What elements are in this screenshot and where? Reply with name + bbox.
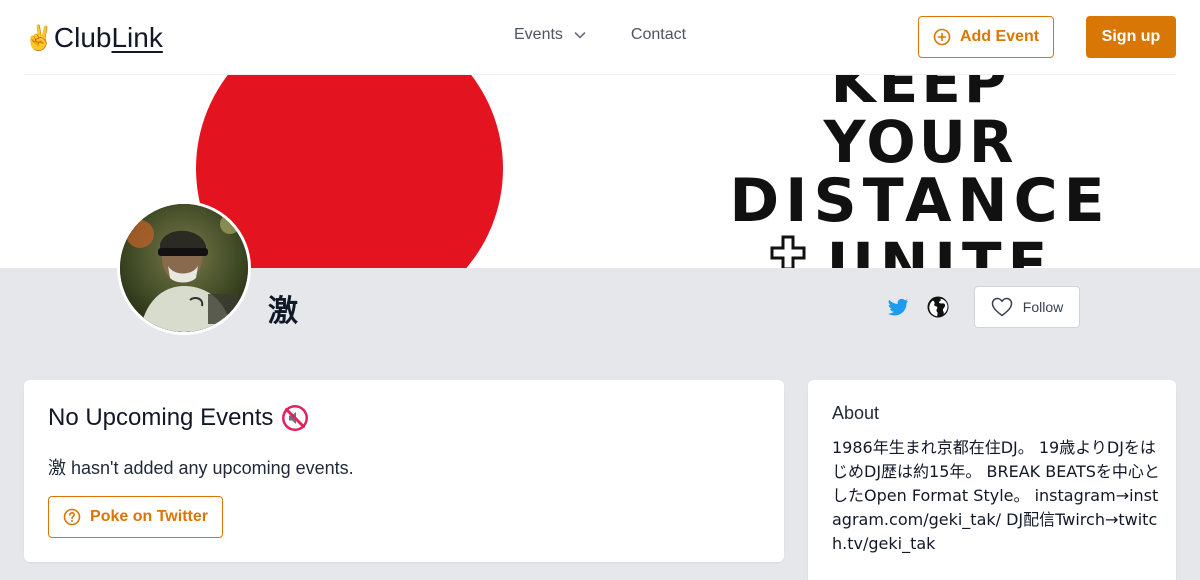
victory-hand-icon: ✌️	[24, 24, 54, 52]
logo-text-link: Link	[111, 22, 163, 53]
poster-line-2: YOUR	[823, 108, 1017, 176]
sign-up-button[interactable]: Sign up	[1086, 16, 1176, 58]
about-card: About 1986年生まれ京都在住DJ。 19歳よりDJをはじめDJ歴は約15…	[808, 380, 1176, 580]
website-link[interactable]	[926, 295, 950, 319]
question-circle-icon	[63, 508, 81, 526]
banner-flag-image	[24, 75, 594, 268]
heart-icon	[991, 297, 1013, 317]
follow-label: Follow	[1022, 299, 1064, 315]
muted-speaker-icon	[281, 404, 309, 432]
poke-on-twitter-label: Poke on Twitter	[90, 508, 208, 525]
profile-name: 激	[268, 294, 298, 329]
poke-on-twitter-button[interactable]: Poke on Twitter	[48, 496, 223, 538]
about-text: 1986年生まれ京都在住DJ。 19歳よりDJをはじめDJ歴は約15年。 BRE…	[832, 438, 1160, 553]
events-card-heading: No Upcoming Events	[48, 404, 309, 432]
events-card-title: No Upcoming Events	[48, 404, 274, 431]
banner-poster-image: KEEP YOUR DISTANCE UNITE	[640, 75, 1200, 268]
poster-line-3: DISTANCE	[729, 166, 1111, 236]
globe-icon	[927, 296, 949, 318]
add-event-label: Add Event	[959, 28, 1040, 45]
upcoming-events-card: No Upcoming Events 激 hasn't added any up…	[24, 380, 784, 562]
twitter-link[interactable]	[886, 295, 910, 319]
main-nav: Events Contact	[514, 26, 686, 44]
site-logo[interactable]: ✌️ Club Link	[24, 20, 163, 56]
nav-contact-label: Contact	[630, 26, 687, 43]
logo-text-club: Club	[53, 22, 112, 53]
site-header: ✌️ Club Link Events Contact Add Event Sig…	[0, 0, 1200, 75]
nav-contact-link[interactable]: Contact	[631, 26, 686, 44]
follow-button[interactable]: Follow	[974, 286, 1080, 328]
nav-events-dropdown[interactable]: Events	[514, 26, 587, 44]
sign-up-label: Sign up	[1101, 28, 1161, 45]
poster-line-1: KEEP	[830, 75, 1010, 116]
add-event-button[interactable]: Add Event	[918, 16, 1054, 58]
header-bar: ✌️ Club Link Events Contact Add Event Sig…	[24, 0, 1176, 75]
profile-avatar	[117, 201, 251, 335]
plus-circle-icon	[933, 28, 951, 46]
twitter-icon	[888, 298, 908, 316]
no-events-message: 激 hasn't added any upcoming events.	[48, 458, 354, 478]
about-title: About	[832, 403, 880, 423]
nav-events-label: Events	[514, 26, 563, 43]
chevron-down-icon	[573, 28, 587, 42]
poster-line-4: UNITE	[826, 230, 1054, 268]
